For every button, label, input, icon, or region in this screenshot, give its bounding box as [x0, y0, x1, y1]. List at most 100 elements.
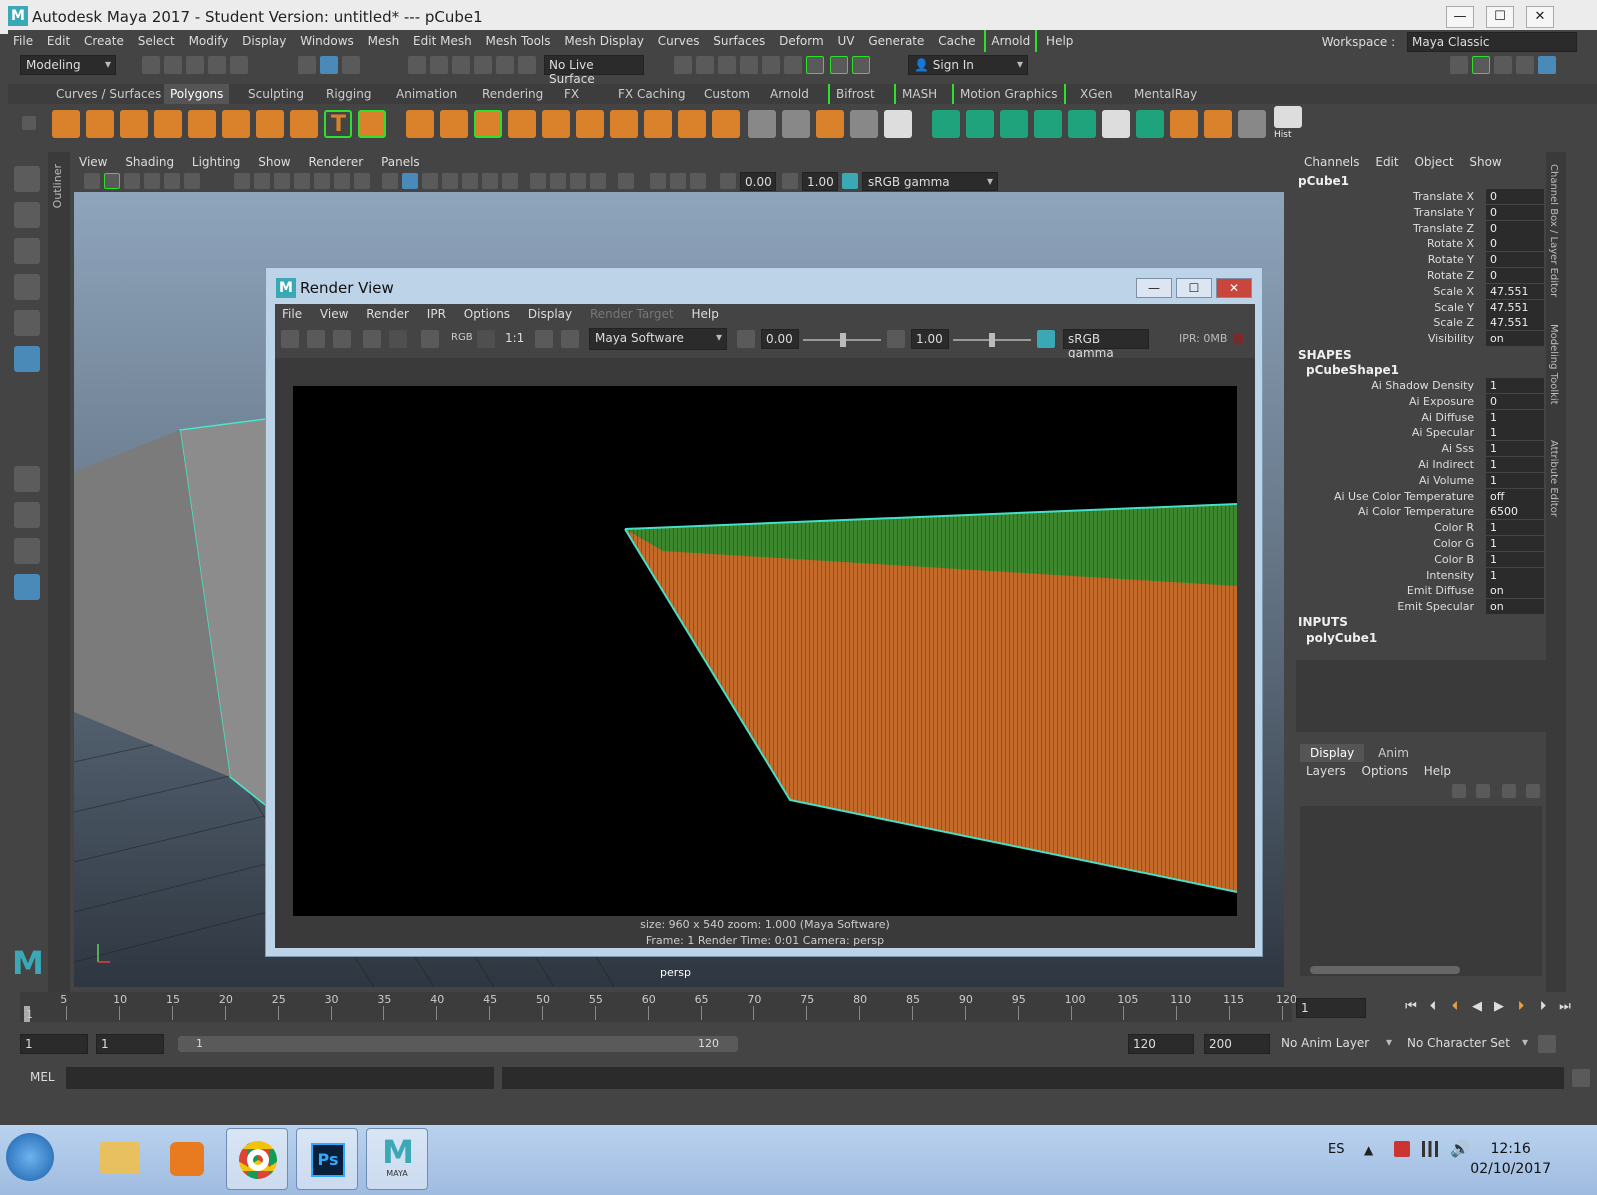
- planar-map-icon[interactable]: [748, 110, 776, 138]
- snap-live-icon[interactable]: [496, 56, 514, 74]
- motion-blur-icon[interactable]: [550, 173, 566, 189]
- go-to-start-icon[interactable]: ⏮: [1402, 998, 1420, 1016]
- menu-uv[interactable]: UV: [833, 30, 860, 52]
- camera-select-icon[interactable]: [84, 173, 100, 189]
- cb-menu-edit[interactable]: Edit: [1369, 152, 1404, 172]
- viewport-exposure-field[interactable]: 0.00: [740, 172, 776, 191]
- menu-set-dropdown[interactable]: Modeling: [20, 55, 116, 75]
- cb-shape-attr-value-field[interactable]: 1: [1486, 551, 1544, 567]
- shelf-tab-curves-surfaces[interactable]: Curves / Surfaces: [50, 84, 167, 104]
- modeling-toolkit-icon[interactable]: [1450, 56, 1468, 74]
- hypershade-icon[interactable]: [762, 56, 780, 74]
- reverse-normals-icon[interactable]: [1000, 110, 1028, 138]
- menu-generate[interactable]: Generate: [863, 30, 929, 52]
- shelf-tab-arnold[interactable]: Arnold: [764, 84, 815, 104]
- viewport-menu-renderer[interactable]: Renderer: [301, 152, 370, 172]
- select-component-icon[interactable]: [342, 56, 360, 74]
- rv-menu-ipr[interactable]: IPR: [420, 304, 453, 324]
- rv-menu-display[interactable]: Display: [521, 304, 579, 324]
- lasso-tool-icon[interactable]: [14, 202, 40, 228]
- command-language-label[interactable]: MEL: [30, 1070, 55, 1084]
- target-weld-icon[interactable]: [678, 110, 706, 138]
- render-region-icon[interactable]: [307, 330, 325, 348]
- menu-edit[interactable]: Edit: [42, 30, 75, 52]
- cb-shape-name[interactable]: pCubeShape1: [1306, 363, 1399, 377]
- layer-tab-display[interactable]: Display: [1300, 744, 1365, 762]
- ipr-render-icon[interactable]: [718, 56, 736, 74]
- taskbar-media-player-icon[interactable]: [156, 1128, 218, 1190]
- step-back-key-icon[interactable]: ⏴: [1446, 998, 1464, 1016]
- rv-color-management-icon[interactable]: [1037, 330, 1055, 348]
- menu-cache[interactable]: Cache: [933, 30, 980, 52]
- menu-edit-mesh[interactable]: Edit Mesh: [408, 30, 477, 52]
- step-forward-key-icon[interactable]: ⏵: [1512, 998, 1530, 1016]
- menu-curves[interactable]: Curves: [653, 30, 705, 52]
- bridge-icon[interactable]: [576, 110, 604, 138]
- cb-shape-attr-row[interactable]: Ai Diffuse 1: [1296, 409, 1546, 426]
- layer-list-scrollbar[interactable]: [1310, 966, 1460, 974]
- cb-shape-attr-row[interactable]: Color B 1: [1296, 551, 1546, 568]
- command-input[interactable]: [66, 1067, 494, 1089]
- cb-shape-attr-row[interactable]: Ai Specular 1: [1296, 425, 1546, 441]
- rv-menu-view[interactable]: View: [313, 304, 355, 324]
- menu-mesh[interactable]: Mesh: [363, 30, 405, 52]
- select-hierarchy-icon[interactable]: [298, 56, 316, 74]
- backface-icon[interactable]: [690, 173, 706, 189]
- taskbar-photoshop-icon[interactable]: Ps: [296, 1128, 358, 1190]
- arnold-pause-icon[interactable]: [852, 56, 870, 74]
- mirror-icon[interactable]: [474, 110, 502, 138]
- grid-toggle-icon[interactable]: [234, 173, 250, 189]
- depth-of-field-icon[interactable]: [590, 173, 606, 189]
- channel-box-icon[interactable]: [1516, 56, 1534, 74]
- cb-object-name[interactable]: pCube1: [1298, 174, 1349, 188]
- script-editor-icon[interactable]: [1572, 1069, 1590, 1087]
- rv-gamma-slider-handle[interactable]: [989, 333, 995, 347]
- anti-aliasing-icon[interactable]: [570, 173, 586, 189]
- taskbar-maya-icon[interactable]: M MAYA: [366, 1128, 428, 1190]
- redo-previous-render-icon[interactable]: [281, 330, 299, 348]
- menu-create[interactable]: Create: [79, 30, 129, 52]
- cb-transform-row[interactable]: Rotate X 0: [1296, 236, 1546, 252]
- poly-text-icon[interactable]: T: [324, 110, 352, 138]
- shelf-tab-motion-graphics[interactable]: Motion Graphics: [952, 84, 1066, 104]
- arnold-renderview-icon[interactable]: [806, 56, 824, 74]
- shelf-tab-sculpting[interactable]: Sculpting: [242, 84, 310, 104]
- cb-shape-attr-value-field[interactable]: 1: [1486, 536, 1544, 551]
- cb-shape-attr-value-field[interactable]: 0: [1486, 393, 1544, 409]
- menu-file[interactable]: File: [8, 30, 38, 52]
- tool-settings-icon[interactable]: [1494, 56, 1512, 74]
- sign-in-dropdown[interactable]: 👤 Sign In: [908, 55, 1028, 75]
- cb-shape-attr-value-field[interactable]: 6500: [1486, 504, 1544, 520]
- cb-shape-attr-row[interactable]: Emit Specular on: [1296, 599, 1546, 615]
- cb-shape-attr-row[interactable]: Intensity 1: [1296, 567, 1546, 584]
- outliner-tab[interactable]: Outliner: [48, 152, 70, 992]
- shelf-menu-icon[interactable]: [22, 116, 36, 130]
- cb-transform-row[interactable]: Scale Z 47.551: [1296, 315, 1546, 331]
- rotate-tool-icon[interactable]: [14, 310, 40, 336]
- cb-transform-value-field[interactable]: 0: [1486, 252, 1544, 268]
- anim-end-field[interactable]: 200: [1204, 1034, 1270, 1054]
- action-center-icon[interactable]: [1394, 1141, 1410, 1157]
- cb-shape-attr-row[interactable]: Ai Color Temperature 6500: [1296, 504, 1546, 520]
- menu-surfaces[interactable]: Surfaces: [708, 30, 770, 52]
- start-button-icon[interactable]: [6, 1133, 54, 1181]
- scale-tool-icon[interactable]: [14, 346, 40, 372]
- render-view-minimize-button[interactable]: —: [1136, 278, 1172, 298]
- shelf-tab-mentalray[interactable]: MentalRay: [1128, 84, 1203, 104]
- cb-transform-value-field[interactable]: 0: [1486, 189, 1544, 204]
- cb-shape-attr-row[interactable]: Color G 1: [1296, 536, 1546, 552]
- attribute-editor-icon[interactable]: [1472, 56, 1490, 74]
- cb-shape-attr-row[interactable]: Ai Volume 1: [1296, 472, 1546, 489]
- cb-shape-attr-value-field[interactable]: 1: [1486, 378, 1544, 393]
- xray-icon[interactable]: [442, 173, 458, 189]
- grid-icon[interactable]: [1238, 110, 1266, 138]
- cb-transform-row[interactable]: Translate X 0: [1296, 189, 1546, 205]
- side-tab-attribute-editor[interactable]: Attribute Editor: [1548, 440, 1559, 517]
- save-scene-icon[interactable]: [186, 56, 204, 74]
- layer-menu-layers[interactable]: Layers: [1300, 764, 1352, 778]
- rv-colorspace-field[interactable]: sRGB gamma: [1063, 329, 1149, 360]
- new-layer-selected-icon[interactable]: [1526, 784, 1540, 798]
- menu-modify[interactable]: Modify: [184, 30, 234, 52]
- side-tab-channel-box[interactable]: Channel Box / Layer Editor: [1548, 164, 1559, 297]
- poly-sphere-icon[interactable]: [52, 110, 80, 138]
